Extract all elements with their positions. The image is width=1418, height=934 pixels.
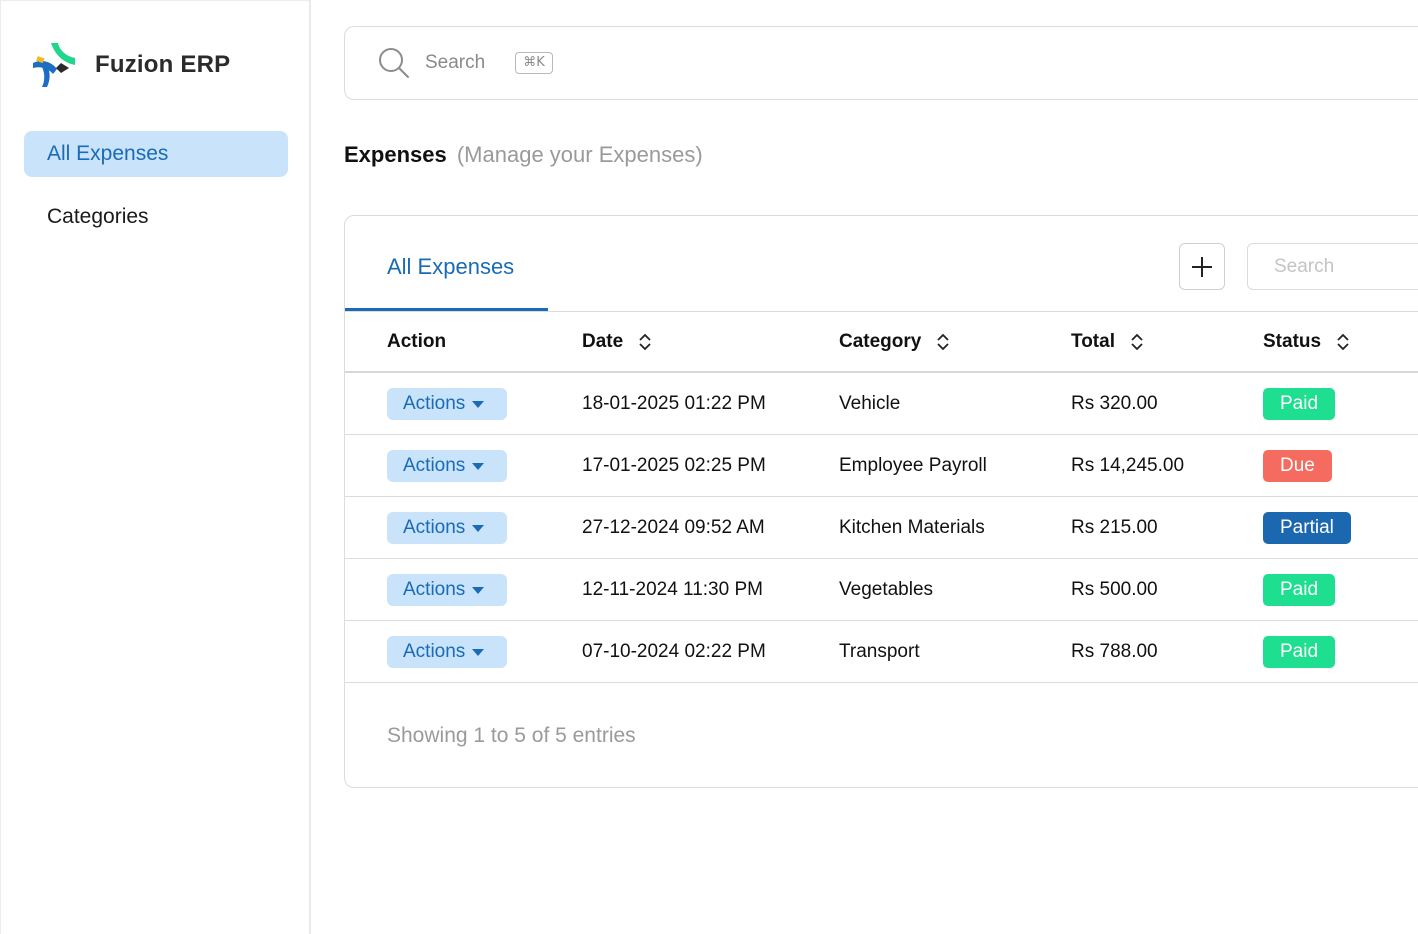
cell-category: Kitchen Materials [839, 517, 985, 538]
cell-category: Transport [839, 641, 920, 662]
row-divider [345, 682, 1418, 683]
actions-label: Actions [403, 579, 466, 600]
sidebar-item-categories[interactable]: Categories [24, 194, 288, 240]
sidebar-item-all-expenses[interactable]: All Expenses [24, 131, 288, 177]
column-header-label: Total [1071, 331, 1115, 352]
caret-down-icon [472, 400, 485, 408]
column-header-label: Category [839, 331, 922, 352]
cell-date: 17-01-2025 02:25 PM [582, 455, 766, 476]
cell-date: 18-01-2025 01:22 PM [582, 393, 766, 414]
table-row: Actions 12-11-2024 11:30 PM Vegetables R… [345, 559, 1418, 621]
search-shortcut-hint: ⌘K [515, 52, 553, 74]
status-badge: Partial [1263, 512, 1351, 544]
sort-icon[interactable] [637, 332, 653, 352]
actions-label: Actions [403, 455, 466, 476]
column-header-action: Action [387, 312, 446, 372]
plus-icon [1192, 256, 1212, 277]
global-search[interactable]: Search ⌘K [344, 26, 1418, 100]
pagination-info: Showing 1 to 5 of 5 entries [387, 724, 636, 747]
column-header-label: Date [582, 331, 624, 352]
cell-total: Rs 215.00 [1071, 517, 1158, 538]
expenses-card: All Expenses Action Date Categor [344, 215, 1418, 788]
caret-down-icon [472, 462, 485, 470]
caret-down-icon [472, 524, 485, 532]
caret-down-icon [472, 648, 485, 656]
table-row: Actions 17-01-2025 02:25 PM Employee Pay… [345, 435, 1418, 497]
page-heading: Expenses (Manage your Expenses) [344, 142, 703, 168]
actions-label: Actions [403, 517, 466, 538]
row-actions-button[interactable]: Actions [387, 636, 507, 668]
column-header-label: Status [1263, 331, 1322, 352]
status-badge: Paid [1263, 636, 1336, 668]
caret-down-icon [472, 586, 485, 594]
page-subtitle: (Manage your Expenses) [456, 142, 703, 167]
row-actions-button[interactable]: Actions [387, 450, 507, 482]
table-row: Actions 27-12-2024 09:52 AM Kitchen Mate… [345, 497, 1418, 559]
page-title: Expenses [344, 142, 447, 167]
column-header-date[interactable]: Date [582, 312, 653, 372]
sort-icon[interactable] [1335, 332, 1351, 352]
cell-category: Employee Payroll [839, 455, 987, 476]
column-header-total[interactable]: Total [1071, 312, 1145, 372]
app-name: Fuzion ERP [95, 51, 231, 78]
cell-category: Vegetables [839, 579, 934, 600]
actions-label: Actions [403, 641, 466, 662]
column-header-status[interactable]: Status [1263, 312, 1351, 372]
row-actions-button[interactable]: Actions [387, 512, 507, 544]
cell-total: Rs 14,245.00 [1071, 455, 1185, 476]
table-row: Actions 18-01-2025 01:22 PM Vehicle Rs 3… [345, 373, 1418, 435]
cell-total: Rs 500.00 [1071, 579, 1158, 600]
column-header-label: Action [387, 331, 447, 352]
sidebar: Fuzion ERP All Expenses Categories [0, 0, 311, 934]
brand[interactable]: Fuzion ERP [31, 41, 230, 89]
table-row: Actions 07-10-2024 02:22 PM Transport Rs… [345, 621, 1418, 683]
table-search-input[interactable] [1247, 243, 1418, 290]
app-root: Fuzion ERP All Expenses Categories Searc… [0, 0, 1418, 934]
status-badge: Paid [1263, 388, 1336, 420]
sidebar-item-label: All Expenses [47, 142, 169, 165]
fuzion-logo-icon [33, 43, 75, 87]
actions-label: Actions [403, 393, 466, 414]
cell-date: 27-12-2024 09:52 AM [582, 517, 765, 538]
cell-date: 12-11-2024 11:30 PM [582, 579, 763, 600]
add-expense-button[interactable] [1179, 243, 1225, 290]
global-search-label: Search [425, 52, 486, 73]
cell-total: Rs 788.00 [1071, 641, 1158, 662]
search-icon [379, 48, 409, 78]
status-badge: Due [1263, 450, 1332, 482]
row-actions-button[interactable]: Actions [387, 388, 507, 420]
tab-all-expenses[interactable]: All Expenses [387, 254, 514, 280]
column-header-category[interactable]: Category [839, 312, 951, 372]
sidebar-item-label: Categories [47, 205, 149, 228]
cell-category: Vehicle [839, 393, 901, 414]
row-actions-button[interactable]: Actions [387, 574, 507, 606]
cell-date: 07-10-2024 02:22 PM [582, 641, 766, 662]
cell-total: Rs 320.00 [1071, 393, 1158, 414]
table-header: Action Date Category Total Status [345, 312, 1418, 372]
sort-icon[interactable] [935, 332, 951, 352]
status-badge: Paid [1263, 574, 1336, 606]
sort-icon[interactable] [1129, 332, 1145, 352]
